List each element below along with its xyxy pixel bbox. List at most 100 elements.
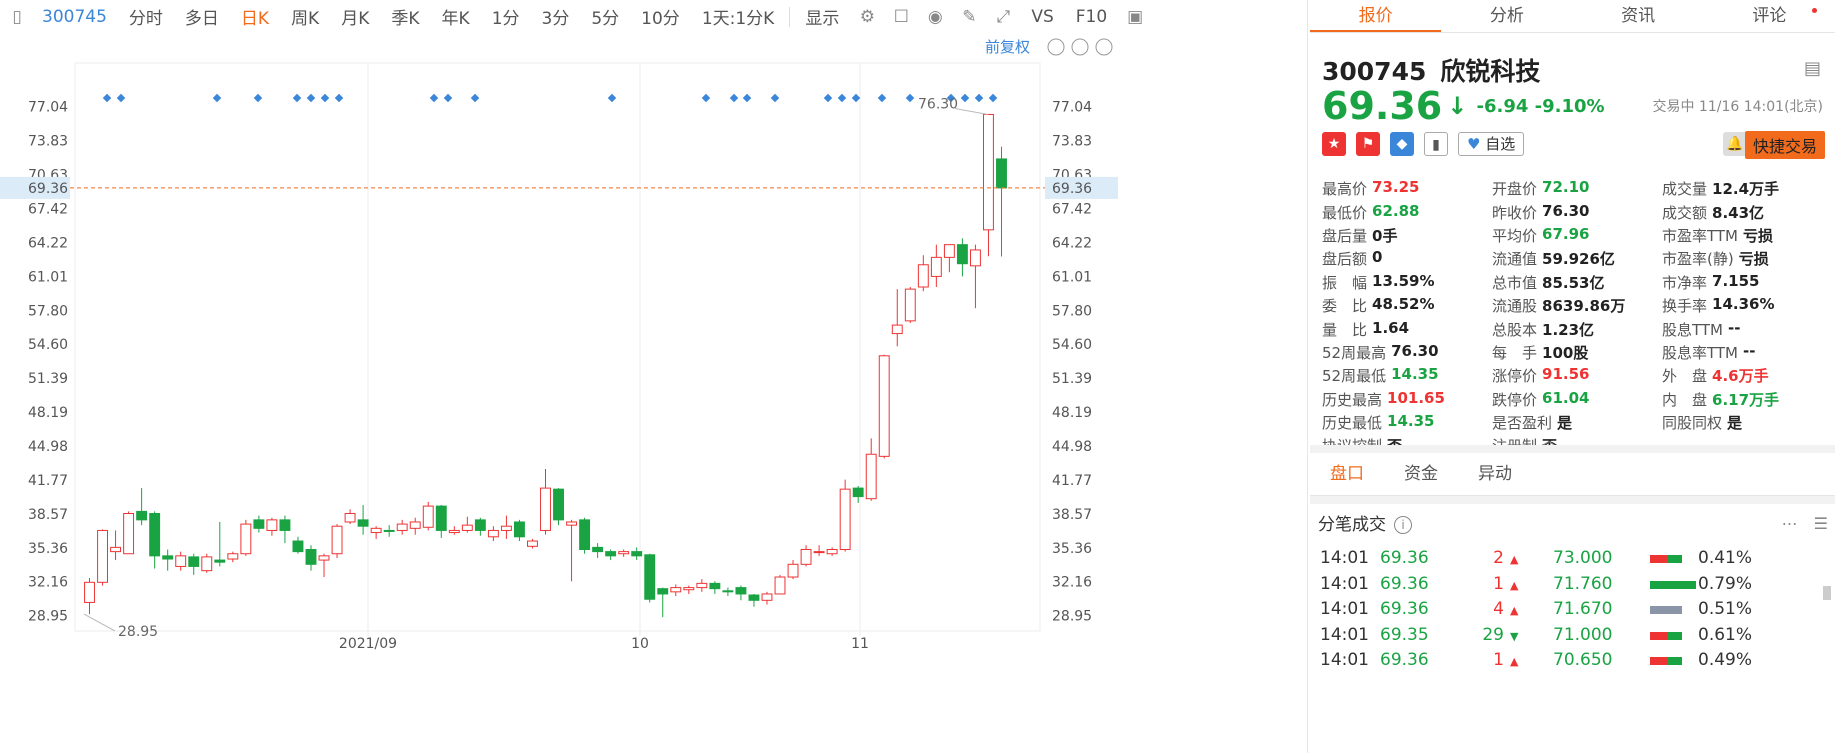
y-tick-right: 73.83 — [1052, 134, 1092, 150]
stat-value: 4.6万手 — [1712, 367, 1769, 386]
tick-time: 14:01 — [1320, 624, 1369, 645]
bookmark-icon[interactable]: ▮ — [1424, 132, 1448, 156]
runner-icon[interactable]: ⚑ — [1356, 132, 1380, 156]
y-tick-right: 77.04 — [1052, 100, 1092, 116]
stats-row: 量 比 1.64 总股本 1.23亿 股息TTM -- — [1322, 317, 1832, 340]
toolbar-item-14[interactable]: F10 — [1065, 7, 1118, 27]
stats-row: 盘后量 0手 平均价 67.96 市盈率TTM 亏损 — [1322, 224, 1832, 247]
tick-price: 69.36 — [1380, 548, 1429, 568]
tab-1[interactable]: 分析 — [1441, 0, 1572, 32]
toolbar-item-5[interactable]: 季K — [380, 4, 430, 29]
tab-0[interactable]: 报价 — [1310, 0, 1442, 32]
toolbar-item-13[interactable]: VS — [1020, 7, 1064, 27]
subtab-2[interactable]: 异动 — [1458, 453, 1532, 495]
stat-value: 14.35 — [1387, 412, 1435, 431]
panel-toggle-icon[interactable]: ▯ — [6, 6, 28, 28]
toolbar-item-0[interactable]: 分时 — [118, 4, 174, 29]
zoom-out-icon[interactable] — [1071, 38, 1089, 56]
tick-dir-icon: ▼ — [1510, 629, 1519, 643]
tick-price: 69.36 — [1380, 650, 1429, 671]
stat-label: 流通值 — [1492, 250, 1538, 269]
toolbar-code[interactable]: 300745 — [34, 7, 118, 27]
candle-body — [461, 524, 473, 531]
undo-icon[interactable] — [1047, 38, 1065, 56]
candle-body — [917, 264, 929, 288]
stats-row: 52周最低 14.35 涨停价 91.56 外 盘 4.6万手 — [1322, 364, 1832, 387]
toolbar-item-7[interactable]: 1分 — [481, 4, 531, 29]
stat-value: 7.155 — [1712, 271, 1760, 290]
toolbar-item-6[interactable]: 年K — [431, 4, 481, 29]
stat-value: 76.30 — [1391, 341, 1439, 360]
toolbar-item-3[interactable]: 周K — [280, 4, 330, 29]
camera-icon[interactable]: ◉ — [924, 6, 946, 28]
stat-value: 12.4万手 — [1712, 180, 1780, 199]
stat-value: 61.04 — [1542, 388, 1590, 407]
tick-title: 分笔成交 — [1318, 515, 1386, 535]
toolbar-item-11[interactable]: 1天:1分K — [691, 4, 786, 29]
toolbar-item-9[interactable]: 5分 — [580, 4, 630, 29]
toolbar-item-2[interactable]: 日K — [230, 4, 280, 29]
more-icon[interactable]: ⋯ ☰ — [1782, 510, 1828, 534]
stat-label: 历史最高 — [1322, 390, 1383, 409]
quote-panel: 报价 分析 资讯 评论 300745 欣锐科技 ▤ 69.36 ↓ -6.94 -9.1… — [1310, 0, 1835, 753]
stat-value: 13.59% — [1372, 271, 1435, 290]
candle-body — [813, 551, 825, 554]
subtab-0[interactable]: 盘口 — [1310, 453, 1384, 495]
stat-label: 总股本 — [1492, 320, 1538, 339]
stat-label: 市盈率(静) — [1662, 250, 1734, 269]
candle-body — [748, 594, 760, 601]
tab-3[interactable]: 评论 — [1704, 0, 1835, 32]
stat-label: 最高价 — [1322, 180, 1368, 199]
y-tick-left: 73.83 — [28, 134, 68, 150]
menu-icon[interactable]: ▤ — [1804, 58, 1821, 79]
candle-body — [201, 556, 213, 572]
tab-2[interactable]: 资讯 — [1573, 0, 1704, 32]
event-dot — [212, 93, 222, 103]
candle-body — [826, 548, 838, 555]
stat-value: 1.64 — [1372, 318, 1410, 337]
scrollbar[interactable] — [1823, 586, 1831, 600]
kline-chart[interactable]: 77.04 77.0473.83 73.8370.63 70.6367.42 67.42… — [0, 33, 1305, 753]
bell-icon[interactable]: 🔔 — [1723, 132, 1747, 156]
tick-pct: 0.49% — [1698, 650, 1753, 671]
panel-divider — [1307, 0, 1308, 753]
stat-value: 72.10 — [1542, 178, 1590, 197]
zoom-in-icon[interactable] — [1095, 38, 1113, 56]
tag-icon[interactable]: ◆ — [1390, 132, 1414, 156]
tick-list: 14:01 69.36 2 ▲ 73.000 0.41% 14:01 69.36 1 ▲ 71.76… — [1310, 546, 1835, 674]
stat-value: -- — [1743, 341, 1756, 360]
candle-body — [956, 244, 968, 265]
stat-cell: 同股同权是 — [1662, 412, 1832, 433]
toolbar-item-10[interactable]: 10分 — [630, 4, 691, 29]
box-icon[interactable]: ☐ — [890, 6, 912, 28]
y-tick-right: 64.22 — [1052, 235, 1092, 251]
settings-icon[interactable]: ⚙ — [856, 6, 878, 28]
tick-row: 14:01 69.36 1 ▲ 70.650 0.49% — [1310, 648, 1835, 674]
y-tick-right: 48.19 — [1052, 405, 1092, 421]
info-icon[interactable]: i — [1394, 516, 1412, 534]
tick-row: 14:01 69.36 1 ▲ 71.760 0.79% — [1310, 572, 1835, 598]
candle-body — [553, 488, 564, 521]
toolbar-item-1[interactable]: 多日 — [174, 4, 230, 29]
toolbar-item-8[interactable]: 3分 — [531, 4, 581, 29]
event-dot — [877, 93, 887, 103]
tick-time: 14:01 — [1320, 650, 1369, 671]
event-dot — [607, 93, 617, 103]
stat-label: 总市值 — [1492, 273, 1538, 292]
down-arrow-icon: ↓ — [1447, 92, 1468, 120]
toolbar-item-4[interactable]: 月K — [330, 4, 380, 29]
toolbar-item-12[interactable]: 显示 — [794, 4, 850, 29]
quick-trade-button[interactable]: 快捷交易 — [1744, 131, 1825, 159]
stat-cell: 52周最低 14.35 — [1322, 365, 1492, 386]
expand-icon[interactable]: ⤢ — [992, 6, 1014, 28]
subtab-1[interactable]: 资金 — [1384, 453, 1458, 495]
layout-icon[interactable]: ▣ — [1124, 6, 1146, 28]
candle-body — [579, 519, 591, 550]
y-tick-left: 41.77 — [28, 473, 68, 489]
fuquan-button[interactable]: 前复权 — [985, 38, 1030, 56]
add-watchlist-button[interactable]: ♥ 自选 — [1458, 132, 1525, 156]
event-dot — [443, 93, 453, 103]
pencil-icon[interactable]: ✎ — [958, 6, 980, 28]
stats-row: 振 幅 13.59% 总市值 85.53亿 市净率 7.155 — [1322, 271, 1832, 294]
candle-body — [852, 487, 864, 498]
